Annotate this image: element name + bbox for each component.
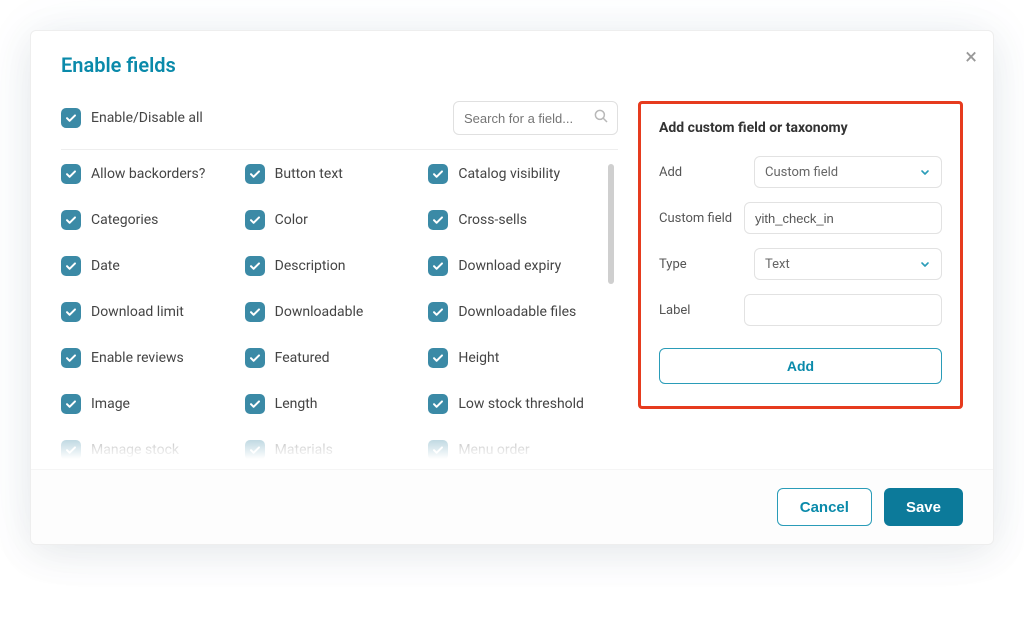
custom-field-input[interactable] [744, 202, 942, 234]
check-icon [61, 210, 81, 230]
fields-grid: Allow backorders? Button text Catalog visi… [61, 164, 608, 459]
field-checkbox[interactable]: Enable reviews [61, 348, 229, 368]
check-icon [245, 440, 265, 459]
check-icon [428, 164, 448, 184]
check-icon [61, 256, 81, 276]
field-checkbox[interactable]: Download expiry [428, 256, 596, 276]
field-checkbox[interactable]: Height [428, 348, 596, 368]
field-label: Featured [275, 350, 330, 366]
check-icon [428, 348, 448, 368]
scrollbar[interactable] [608, 164, 614, 459]
field-label: Categories [91, 212, 158, 228]
field-checkbox[interactable]: Menu order [428, 440, 596, 459]
check-icon [61, 302, 81, 322]
chevron-down-icon [919, 163, 931, 182]
chevron-down-icon [919, 255, 931, 274]
field-checkbox[interactable]: Catalog visibility [428, 164, 596, 184]
field-checkbox[interactable]: Cross-sells [428, 210, 596, 230]
field-label: Downloadable [275, 304, 364, 320]
field-label: Date [91, 258, 120, 274]
type-select-value: Text [765, 257, 919, 272]
field-label: Enable reviews [91, 350, 184, 366]
field-label: Image [91, 396, 130, 412]
field-label: Materials [275, 442, 333, 458]
field-checkbox[interactable]: Date [61, 256, 229, 276]
field-label: Height [458, 350, 499, 366]
toggle-all-checkbox[interactable]: Enable/Disable all [61, 108, 203, 128]
check-icon [245, 164, 265, 184]
check-icon [245, 210, 265, 230]
check-icon [428, 256, 448, 276]
field-label: Cross-sells [458, 212, 527, 228]
add-select-value: Custom field [765, 165, 919, 180]
field-label: Download expiry [458, 258, 561, 274]
toggle-all-label: Enable/Disable all [91, 110, 203, 126]
check-icon [428, 302, 448, 322]
search-icon [592, 107, 610, 129]
enable-fields-modal: × Enable fields Enable/Disable all [30, 30, 994, 545]
check-icon [61, 108, 81, 128]
modal-footer: Cancel Save [31, 469, 993, 544]
field-checkbox[interactable]: Featured [245, 348, 413, 368]
field-label: Low stock threshold [458, 396, 584, 412]
field-checkbox[interactable]: Button text [245, 164, 413, 184]
fields-column: Enable/Disable all Allow backorders? Butt… [61, 93, 618, 459]
custom-field-row: Custom field [659, 202, 942, 234]
field-label: Downloadable files [458, 304, 576, 320]
field-checkbox[interactable]: Download limit [61, 302, 229, 322]
check-icon [61, 440, 81, 459]
field-checkbox[interactable]: Allow backorders? [61, 164, 229, 184]
field-checkbox[interactable]: Manage stock [61, 440, 229, 459]
field-label: Button text [275, 166, 343, 182]
field-label: Download limit [91, 304, 184, 320]
check-icon [245, 394, 265, 414]
field-label: Manage stock [91, 442, 179, 458]
field-label: Catalog visibility [458, 166, 560, 182]
type-row: Type Text [659, 248, 942, 280]
check-icon [245, 302, 265, 322]
label-label: Label [659, 303, 744, 318]
search-field[interactable] [453, 101, 618, 135]
field-checkbox[interactable]: Materials [245, 440, 413, 459]
label-row: Label [659, 294, 942, 326]
check-icon [61, 348, 81, 368]
field-checkbox[interactable]: Low stock threshold [428, 394, 596, 414]
check-icon [245, 348, 265, 368]
check-icon [245, 256, 265, 276]
modal-header: Enable fields [31, 31, 993, 93]
field-label: Length [275, 396, 318, 412]
add-label: Add [659, 165, 754, 180]
save-button[interactable]: Save [884, 488, 963, 526]
field-label: Allow backorders? [91, 166, 205, 182]
field-checkbox[interactable]: Image [61, 394, 229, 414]
field-checkbox[interactable]: Categories [61, 210, 229, 230]
custom-panel-title: Add custom field or taxonomy [659, 120, 942, 136]
field-checkbox[interactable]: Downloadable [245, 302, 413, 322]
add-select[interactable]: Custom field [754, 156, 942, 188]
check-icon [428, 440, 448, 459]
check-icon [428, 210, 448, 230]
type-select[interactable]: Text [754, 248, 942, 280]
field-checkbox[interactable]: Length [245, 394, 413, 414]
add-row: Add Custom field [659, 156, 942, 188]
field-label: Menu order [458, 442, 529, 458]
field-label: Color [275, 212, 308, 228]
field-checkbox[interactable]: Downloadable files [428, 302, 596, 322]
check-icon [61, 394, 81, 414]
fields-toolbar: Enable/Disable all [61, 93, 618, 150]
cancel-button[interactable]: Cancel [777, 488, 872, 526]
custom-field-panel: Add custom field or taxonomy Add Custom … [638, 101, 963, 409]
field-checkbox[interactable]: Description [245, 256, 413, 276]
scrollbar-thumb[interactable] [608, 164, 614, 284]
field-label: Description [275, 258, 346, 274]
check-icon [428, 394, 448, 414]
add-button[interactable]: Add [659, 348, 942, 384]
field-checkbox[interactable]: Color [245, 210, 413, 230]
modal-title: Enable fields [61, 53, 963, 77]
type-label: Type [659, 257, 754, 272]
custom-field-label: Custom field [659, 211, 744, 226]
check-icon [61, 164, 81, 184]
label-input[interactable] [744, 294, 942, 326]
close-icon[interactable]: × [965, 47, 977, 69]
